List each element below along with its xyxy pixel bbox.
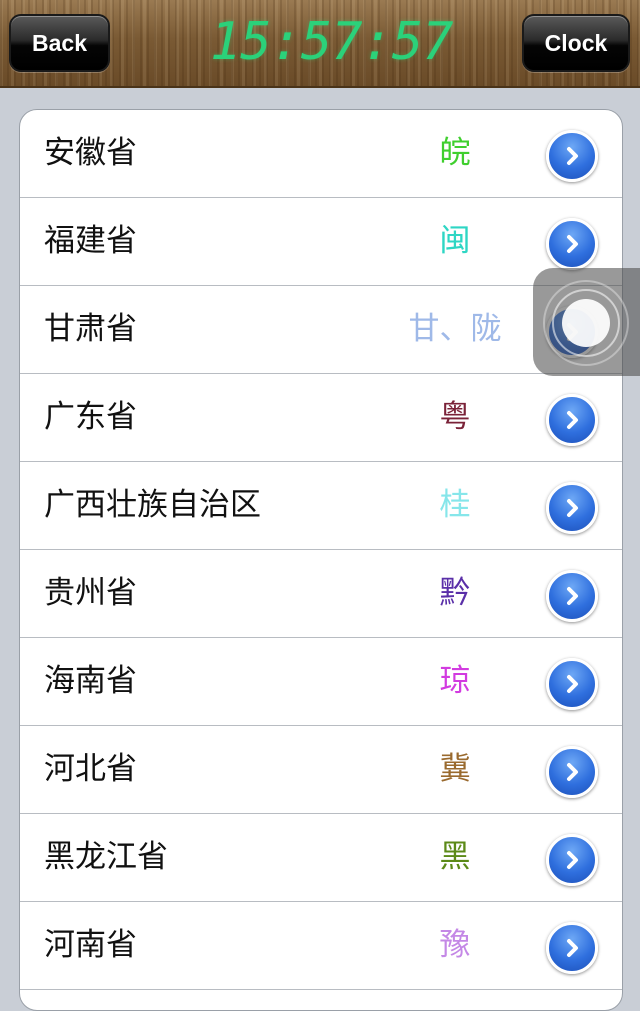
back-button[interactable]: Back bbox=[9, 14, 110, 72]
list-item[interactable]: 河北省 冀 bbox=[20, 726, 622, 814]
province-name: 海南省 bbox=[44, 663, 137, 699]
province-name: 黑龙江省 bbox=[44, 839, 168, 875]
province-abbreviation: 桂 bbox=[439, 487, 471, 523]
digital-clock-display: 15:57:57 bbox=[210, 12, 453, 72]
province-name: 广西壮族自治区 bbox=[44, 487, 261, 523]
list-item[interactable]: 广东省 粤 bbox=[20, 374, 622, 462]
list-item[interactable]: 安徽省 皖 bbox=[20, 110, 622, 198]
chevron-right-icon[interactable] bbox=[546, 922, 598, 974]
province-name: 河北省 bbox=[44, 751, 137, 787]
province-abbreviation: 豫 bbox=[439, 927, 471, 963]
province-abbreviation: 甘、陇 bbox=[408, 311, 502, 347]
list-item[interactable]: 黑龙江省 黑 bbox=[20, 814, 622, 902]
chevron-right-icon[interactable] bbox=[546, 482, 598, 534]
province-name: 河南省 bbox=[44, 927, 137, 963]
assistive-touch-icon[interactable] bbox=[533, 268, 640, 376]
chevron-right-icon[interactable] bbox=[546, 394, 598, 446]
chevron-right-icon[interactable] bbox=[546, 218, 598, 270]
assistive-touch-center bbox=[562, 299, 610, 347]
province-abbreviation: 黑 bbox=[439, 839, 471, 875]
list-item[interactable]: 海南省 琼 bbox=[20, 638, 622, 726]
chevron-right-icon[interactable] bbox=[546, 570, 598, 622]
province-list: 安徽省 皖 福建省 闽 甘肃省 甘、陇 广东省 粤 广西壮族自治区 桂 贵州省 … bbox=[19, 109, 623, 1011]
province-abbreviation: 粤 bbox=[439, 399, 471, 435]
list-item[interactable]: 贵州省 黔 bbox=[20, 550, 622, 638]
province-name: 安徽省 bbox=[44, 135, 137, 171]
chevron-right-icon[interactable] bbox=[546, 130, 598, 182]
list-item[interactable]: 广西壮族自治区 桂 bbox=[20, 462, 622, 550]
chevron-right-icon[interactable] bbox=[546, 746, 598, 798]
province-abbreviation: 闽 bbox=[439, 223, 471, 259]
province-abbreviation: 冀 bbox=[439, 751, 471, 787]
list-item[interactable]: 福建省 闽 bbox=[20, 198, 622, 286]
province-name: 福建省 bbox=[44, 223, 137, 259]
clock-button[interactable]: Clock bbox=[522, 14, 630, 72]
chevron-right-icon[interactable] bbox=[546, 834, 598, 886]
list-item[interactable]: 甘肃省 甘、陇 bbox=[20, 286, 622, 374]
list-item[interactable]: 河南省 豫 bbox=[20, 902, 622, 990]
province-abbreviation: 皖 bbox=[439, 135, 471, 171]
province-name: 贵州省 bbox=[44, 575, 137, 611]
province-abbreviation: 琼 bbox=[439, 663, 471, 699]
navigation-bar: Back 15:57:57 Clock bbox=[0, 0, 640, 88]
chevron-right-icon[interactable] bbox=[546, 658, 598, 710]
province-abbreviation: 黔 bbox=[439, 575, 471, 611]
province-name: 甘肃省 bbox=[44, 311, 137, 347]
province-name: 广东省 bbox=[44, 399, 137, 435]
